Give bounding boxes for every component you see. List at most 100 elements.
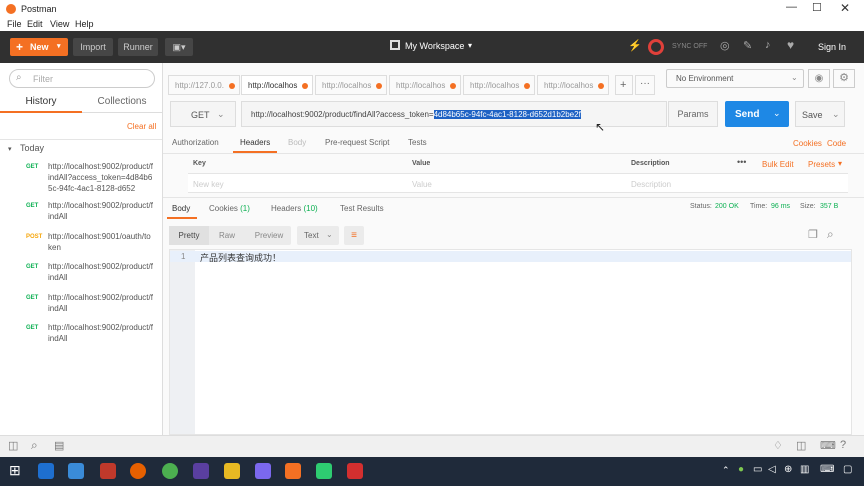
tray-display-icon[interactable]: ▭ bbox=[753, 464, 762, 475]
acrobat-icon[interactable] bbox=[347, 463, 363, 479]
gear-icon[interactable]: ⚙ bbox=[833, 69, 855, 88]
response-tab-body[interactable]: Body bbox=[172, 204, 190, 213]
eye-icon[interactable]: ◉ bbox=[808, 69, 830, 88]
more-options-icon[interactable]: ••• bbox=[737, 157, 746, 167]
menu-help[interactable]: Help bbox=[75, 19, 94, 29]
file-explorer-icon[interactable] bbox=[224, 463, 240, 479]
view-preview-button[interactable]: Preview bbox=[247, 226, 291, 245]
settings-wrench-icon[interactable]: ✎ bbox=[743, 39, 752, 52]
params-button[interactable]: Params bbox=[668, 101, 718, 127]
satellite-icon[interactable]: ◎ bbox=[720, 39, 730, 52]
filter-input[interactable]: ⌕ Filter bbox=[9, 69, 155, 88]
new-button[interactable]: + New ▾ bbox=[10, 38, 68, 56]
workspace-caret-icon[interactable]: ▾ bbox=[468, 41, 472, 50]
method-select[interactable]: GET ⌄ bbox=[170, 101, 236, 127]
add-tab-icon[interactable]: + bbox=[615, 75, 633, 95]
edge-browser-icon[interactable] bbox=[38, 463, 54, 479]
code-link[interactable]: Code bbox=[827, 139, 846, 148]
console-icon[interactable]: ▤ bbox=[54, 439, 64, 452]
toggle-sidebar-icon[interactable]: ◫ bbox=[8, 439, 18, 452]
new-key-input[interactable]: New key bbox=[193, 180, 224, 189]
tab-history[interactable]: History bbox=[0, 93, 82, 113]
photo-app-icon[interactable] bbox=[68, 463, 84, 479]
response-tab-headers[interactable]: Headers (10) bbox=[271, 204, 318, 213]
interceptor-icon[interactable]: ⚡ bbox=[628, 39, 642, 52]
tab-authorization[interactable]: Authorization bbox=[172, 138, 219, 147]
environment-select[interactable]: No Environment ⌄ bbox=[666, 69, 804, 88]
presets-link[interactable]: Presets bbox=[808, 160, 835, 169]
chevron-down-icon[interactable]: ⌄ bbox=[832, 109, 840, 120]
send-button[interactable]: Send ⌄ bbox=[725, 101, 789, 127]
response-tab-cookies[interactable]: Cookies (1) bbox=[209, 204, 250, 213]
history-item[interactable]: POST http://localhost:9001/oauth/token bbox=[0, 231, 162, 257]
history-item[interactable]: GET http://localhost:9002/product/findAl… bbox=[0, 261, 162, 287]
value-input[interactable]: Value bbox=[412, 180, 432, 189]
history-item[interactable]: GET http://localhost:9002/product/findAl… bbox=[0, 292, 162, 318]
notification-center-icon[interactable]: ▢ bbox=[843, 464, 852, 475]
keyboard-icon[interactable]: ⌨ bbox=[820, 439, 836, 452]
history-group-today[interactable]: Today bbox=[20, 143, 44, 153]
heart-icon[interactable]: ♥ bbox=[787, 38, 794, 52]
request-tab[interactable]: http://localhos bbox=[389, 75, 461, 95]
bootcamp-icon[interactable]: ♢ bbox=[773, 439, 783, 452]
wrap-lines-icon[interactable]: ≡ bbox=[344, 226, 364, 245]
tab-body[interactable]: Body bbox=[288, 138, 306, 147]
save-button[interactable]: Save ⌄ bbox=[795, 101, 845, 127]
sign-in-button[interactable]: Sign In bbox=[812, 38, 852, 56]
minimize-icon[interactable]: — bbox=[786, 1, 797, 13]
bulk-edit-link[interactable]: Bulk Edit bbox=[762, 160, 794, 169]
search-icon[interactable]: ⌕ bbox=[827, 227, 834, 242]
description-input[interactable]: Description bbox=[631, 180, 671, 189]
caret-down-icon[interactable]: ▾ bbox=[8, 145, 12, 153]
tray-network-icon[interactable]: ⊕ bbox=[784, 464, 792, 475]
close-icon[interactable]: ✕ bbox=[840, 1, 850, 15]
workspace-selector[interactable]: My Workspace bbox=[405, 41, 464, 51]
help-icon[interactable]: ? bbox=[840, 439, 846, 451]
search-icon[interactable]: ⌕ bbox=[31, 438, 38, 453]
tab-collections[interactable]: Collections bbox=[82, 93, 162, 113]
tray-chevron-up-icon[interactable]: ⌃ bbox=[722, 465, 730, 476]
chevron-down-icon[interactable]: ⌄ bbox=[773, 108, 781, 119]
request-tab[interactable]: http://localhos bbox=[537, 75, 609, 95]
copy-icon[interactable]: ❐ bbox=[808, 228, 818, 241]
tab-tests[interactable]: Tests bbox=[408, 138, 427, 147]
visual-studio-icon[interactable] bbox=[255, 463, 271, 479]
more-tabs-icon[interactable]: ··· bbox=[635, 75, 655, 95]
format-select[interactable]: Text ⌄ bbox=[297, 226, 339, 245]
tray-app-icon[interactable]: ● bbox=[738, 464, 744, 475]
maximize-icon[interactable]: ☐ bbox=[812, 1, 822, 14]
firefox-icon[interactable] bbox=[130, 463, 146, 479]
request-tab-active[interactable]: http://localhos bbox=[241, 75, 313, 95]
view-pretty-button[interactable]: Pretty bbox=[169, 226, 209, 245]
new-window-icon[interactable]: ▣▾ bbox=[165, 38, 193, 56]
response-editor[interactable]: 1 产品列表查询成功！ bbox=[169, 249, 852, 435]
caret-down-icon[interactable]: ▾ bbox=[57, 38, 61, 56]
chrome-icon[interactable] bbox=[162, 463, 178, 479]
view-raw-button[interactable]: Raw bbox=[209, 226, 245, 245]
green-app-icon[interactable] bbox=[316, 463, 332, 479]
clear-all-link[interactable]: Clear all bbox=[127, 122, 156, 131]
tab-pre-request-script[interactable]: Pre-request Script bbox=[325, 138, 389, 147]
menu-file[interactable]: File bbox=[7, 19, 22, 29]
response-tab-test-results[interactable]: Test Results bbox=[340, 204, 384, 213]
ide-icon[interactable] bbox=[193, 463, 209, 479]
menu-view[interactable]: View bbox=[50, 19, 69, 29]
red-app-icon[interactable] bbox=[100, 463, 116, 479]
cookies-link[interactable]: Cookies bbox=[793, 139, 822, 148]
notifications-bell-icon[interactable]: ♪ bbox=[765, 39, 771, 51]
history-item[interactable]: GET http://localhost:9002/product/findAl… bbox=[0, 200, 162, 226]
history-item[interactable]: GET http://localhost:9002/product/findAl… bbox=[0, 322, 162, 348]
tray-volume-icon[interactable]: ◁ bbox=[768, 464, 776, 475]
windows-start-icon[interactable]: ⊞ bbox=[9, 462, 21, 479]
caret-down-icon[interactable]: ▾ bbox=[838, 159, 842, 168]
request-tab[interactable]: http://localhos bbox=[315, 75, 387, 95]
request-tab[interactable]: http://127.0.0. bbox=[168, 75, 240, 95]
menu-edit[interactable]: Edit bbox=[27, 19, 43, 29]
request-tab[interactable]: http://localhos bbox=[463, 75, 535, 95]
runner-button[interactable]: Runner bbox=[118, 38, 158, 56]
sync-icon[interactable] bbox=[648, 39, 664, 55]
postman-taskbar-icon[interactable] bbox=[285, 463, 301, 479]
tab-headers[interactable]: Headers bbox=[240, 138, 270, 147]
two-pane-icon[interactable]: ◫ bbox=[796, 439, 806, 452]
import-button[interactable]: Import bbox=[73, 38, 113, 56]
